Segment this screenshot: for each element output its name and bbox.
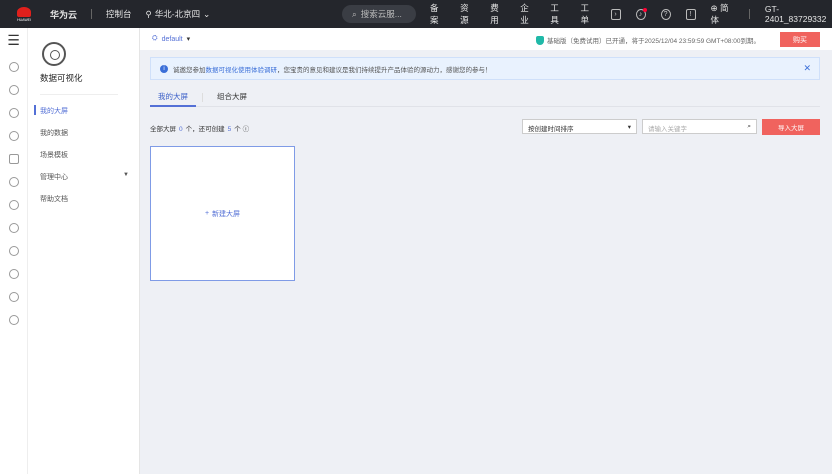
new-screen-label: 新建大屏 (212, 210, 241, 218)
sidebar-item-my-screens[interactable]: 我的大屏 (34, 105, 68, 116)
import-screen-button[interactable]: 导入大屏 (762, 119, 820, 135)
nav-enterprise[interactable]: 企业 (520, 2, 535, 26)
caret-down-icon: ▾ (627, 124, 631, 131)
keyword-search-input[interactable]: 请输入关键字 ⌕ (642, 119, 757, 134)
top-navbar: HUAWEI 华为云 控制台 ⚲ 华北-北京四 ⌄ ⌕ 搜索云服... 备案 资源 费… (0, 0, 832, 28)
globe-icon[interactable] (8, 292, 19, 302)
info-icon: i (160, 64, 168, 73)
nav-resources[interactable]: 资源 (460, 2, 475, 26)
nav-beian[interactable]: 备案 (430, 2, 445, 26)
globe-icon: ⊕ (710, 3, 718, 13)
new-screen-card[interactable]: + 新建大屏 (150, 146, 295, 281)
edition-notice-text: 基础版（免费试用）已开通，将于2025/12/04 23:59:59 GMT+0… (547, 38, 760, 45)
search-placeholder: 搜索云服... (360, 9, 402, 19)
sub-header: ⛭ default ▾ 基础版（免费试用）已开通，将于2025/12/04 23:5… (140, 28, 832, 50)
brand-name[interactable]: 华为云 (50, 8, 77, 21)
count-label: 个 (234, 126, 241, 133)
nav-tickets[interactable]: 工单 (580, 2, 595, 26)
cloud-icon[interactable] (8, 200, 19, 210)
nav-billing[interactable]: 费用 (490, 2, 505, 26)
survey-banner: i 诚邀您参加 数据可视化使用体验调研 ，您宝贵的意见和建议是我们持续提升产品体验的… (150, 57, 820, 80)
banner-text: ，您宝贵的意见和建议是我们持续提升产品体验的源动力，感谢您的参与！ (277, 66, 492, 74)
close-icon[interactable]: ✕ (803, 63, 811, 74)
gear-icon[interactable] (8, 315, 19, 325)
sort-select[interactable]: 按创建时间排序 ▾ (522, 119, 637, 134)
plus-icon: + (204, 210, 210, 217)
bridge-icon[interactable] (8, 108, 19, 118)
sidebar-item-my-data[interactable]: 我的数据 (40, 128, 68, 138)
location-icon: ⚲ (145, 8, 152, 19)
cloud-service-icon[interactable] (8, 62, 19, 72)
cloud-upload-icon[interactable] (8, 131, 19, 141)
count-value: 0 (179, 126, 183, 133)
sidebar-item-templates[interactable]: 场景模板 (40, 150, 68, 160)
buy-button[interactable]: 购买 (780, 32, 820, 47)
count-label: 个，还可创建 (185, 126, 225, 133)
huawei-logo[interactable]: HUAWEI (12, 4, 36, 24)
storage-icon[interactable] (8, 154, 19, 164)
caret-down-icon: ▾ (186, 36, 191, 43)
sort-value: 按创建时间排序 (528, 126, 574, 133)
sidebar-item-help-docs[interactable]: 帮助文档 (40, 194, 68, 204)
notification-dot (642, 7, 647, 12)
edition-notice: 基础版（免费试用）已开通，将于2025/12/04 23:59:59 GMT+0… (536, 35, 760, 45)
search-input[interactable]: ⌕ 搜索云服... (342, 5, 416, 23)
region-selector[interactable]: ⚲ 华北-北京四 ⌄ (146, 8, 211, 20)
tab-combined-screens[interactable]: 组合大屏 (209, 87, 255, 107)
cloud-icon[interactable] (8, 177, 19, 187)
workspace-label: default (161, 35, 183, 43)
divider (40, 94, 118, 95)
search-icon: ⌕ (352, 8, 357, 19)
help-icon[interactable]: ? (660, 8, 671, 20)
remaining-value: 5 (227, 126, 232, 133)
survey-link[interactable]: 数据可视化使用体验调研 (206, 64, 278, 74)
workspace-icon: ⛭ (152, 35, 158, 42)
region-label: 华北-北京四 (154, 9, 201, 19)
divider (749, 9, 750, 19)
help-icon[interactable]: ⓘ (243, 126, 250, 133)
banner-text: 诚邀您参加 (173, 66, 206, 74)
data-visualization-logo-icon (42, 42, 66, 66)
count-label: 全部大屏 (150, 126, 176, 133)
nav-tools[interactable]: 工具 (550, 2, 565, 26)
chevron-down-icon: ⌄ (203, 8, 211, 19)
shield-icon (536, 35, 545, 45)
sidebar: 数据可视化 我的大屏 我的数据 场景模板 管理中心 ▼ 帮助文档 (28, 28, 140, 474)
tabs: 我的大屏 组合大屏 (150, 87, 820, 107)
p-icon[interactable] (8, 246, 19, 256)
divider (91, 9, 93, 19)
service-rail: ☰ (0, 28, 28, 474)
console-link[interactable]: 控制台 (106, 8, 132, 20)
terminal-icon[interactable]: › (610, 8, 621, 20)
sidebar-item-management[interactable]: 管理中心 (40, 172, 68, 182)
feedback-icon[interactable]: ! (685, 8, 696, 20)
anchor-icon[interactable] (8, 223, 19, 233)
tab-my-screens[interactable]: 我的大屏 (150, 87, 196, 107)
user-account[interactable]: GT-2401_83729332 (765, 4, 832, 24)
search-icon[interactable]: ⌕ (747, 123, 751, 130)
screen-count: 全部大屏 0 个，还可创建 5 个 ⓘ (150, 123, 249, 133)
language-selector[interactable]: ⊕ 简体 (711, 2, 735, 26)
bell-icon[interactable]: ♪ (635, 7, 647, 20)
cloud-service-icon[interactable] (8, 85, 19, 95)
menu-icon[interactable]: ☰ (0, 28, 27, 52)
caret-down-icon[interactable]: ▼ (123, 172, 129, 178)
workspace-selector[interactable]: ⛭ default ▾ (152, 35, 190, 43)
divider (202, 93, 203, 102)
cluster-icon[interactable] (8, 269, 19, 279)
sidebar-title: 数据可视化 (40, 73, 83, 83)
keyword-placeholder: 请输入关键字 (648, 126, 687, 133)
